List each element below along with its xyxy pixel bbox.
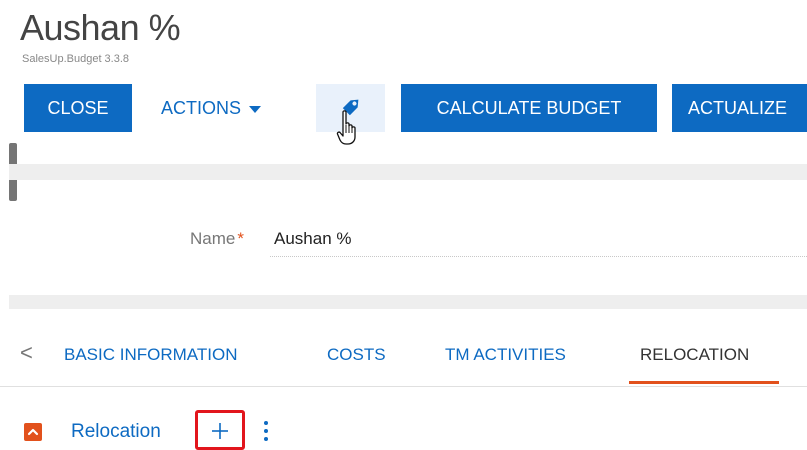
name-field-underline (270, 256, 807, 257)
add-record-button[interactable] (195, 410, 245, 450)
tab-relocation[interactable]: RELOCATION (640, 345, 749, 365)
actions-dropdown[interactable]: ACTIONS (161, 84, 262, 132)
name-label-text: Name (190, 229, 236, 248)
page-title: Aushan % (20, 7, 181, 48)
actualize-button[interactable]: ACTUALIZE (672, 84, 807, 132)
hand-pointer-icon (336, 110, 356, 145)
section-divider (9, 164, 807, 180)
tab-tm-activities[interactable]: TM ACTIVITIES (445, 345, 566, 365)
required-marker: * (237, 229, 244, 248)
name-field-label: Name * (190, 229, 244, 249)
actions-label: ACTIONS (161, 97, 242, 118)
tabs-prev-button[interactable]: < (20, 340, 33, 366)
version-label: SalesUp.Budget 3.3.8 (22, 53, 130, 65)
tabs-baseline (0, 386, 807, 387)
active-tab-indicator (629, 381, 779, 384)
close-button[interactable]: CLOSE (24, 84, 132, 132)
plus-icon (212, 423, 228, 439)
caret-down-icon (249, 105, 262, 113)
more-vertical-icon[interactable] (261, 421, 271, 447)
section-divider (9, 295, 807, 309)
calculate-budget-button[interactable]: CALCULATE BUDGET (401, 84, 657, 132)
tab-costs[interactable]: COSTS (327, 345, 386, 365)
section-title[interactable]: Relocation (71, 421, 161, 443)
tab-basic-information[interactable]: BASIC INFORMATION (64, 345, 237, 365)
chevron-up-icon[interactable] (24, 423, 42, 441)
name-field[interactable]: Aushan % (274, 229, 352, 249)
